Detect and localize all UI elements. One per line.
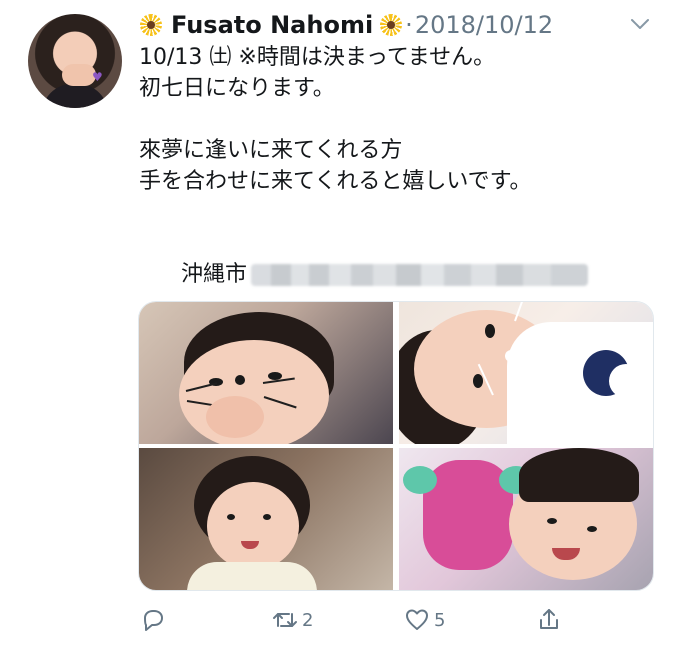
reply-icon: [144, 610, 163, 631]
eye-shape: [547, 518, 557, 524]
heart-icon: [406, 609, 428, 630]
heart-sticker-icon: ♥: [92, 70, 103, 84]
avatar[interactable]: ♥: [28, 14, 122, 108]
eye-shape: [227, 514, 235, 520]
tweet-actions: 2 5: [139, 604, 579, 636]
hair-shape: [519, 448, 639, 502]
tweet-line: 手を合わせに来てくれると嬉しいです。: [139, 169, 532, 194]
reply-button[interactable]: [139, 606, 183, 634]
sunflower-icon: [139, 13, 163, 37]
avatar-shirt: [42, 84, 108, 108]
nose-dot: [235, 375, 245, 385]
tweet-line: 10/13 ㈯ ※時間は決まってません。: [139, 45, 496, 70]
avatar-hand: [62, 64, 96, 86]
eye-shape: [263, 514, 271, 520]
author-name[interactable]: Fusato Nahomi: [171, 10, 373, 40]
child-photo-3[interactable]: [139, 448, 393, 590]
toy-ear-shape: [403, 466, 437, 494]
tweet-line: [139, 104, 654, 135]
separator-dot: ·: [405, 11, 413, 39]
moon-cutout-shape: [609, 364, 643, 398]
like-count: 5: [434, 609, 446, 631]
face-shape: [207, 482, 299, 570]
tweet-line: 初七日になります。: [139, 76, 335, 101]
tweet-line: [139, 197, 654, 228]
tweet-header: Fusato Nahomi · 2018/10/12: [139, 10, 553, 40]
city-label: 沖縄市: [180, 262, 247, 287]
like-button[interactable]: 5: [403, 606, 447, 634]
tweet-line: 來夢に逢いに来てくれる方: [139, 138, 403, 163]
share-button[interactable]: [535, 606, 579, 634]
tweet-text: 10/13 ㈯ ※時間は決まってません。 初七日になります。 來夢に逢いに来てく…: [139, 42, 654, 287]
share-icon: [540, 609, 558, 629]
eye-shape: [473, 374, 483, 388]
eye-shape: [587, 526, 597, 532]
photo-grid: [138, 301, 654, 591]
tweet-date[interactable]: 2018/10/12: [415, 10, 553, 40]
shirt-shape: [187, 562, 317, 590]
chevron-down-icon[interactable]: [628, 12, 652, 36]
retweet-button[interactable]: 2: [271, 606, 315, 634]
retweet-count: 2: [302, 609, 314, 631]
child-photo-1[interactable]: [139, 302, 393, 444]
address-line: 沖縄市: [139, 228, 654, 287]
hands-shape: [206, 396, 264, 438]
retweet-icon: [273, 613, 297, 627]
sunflower-icon: [379, 13, 403, 37]
child-photo-4[interactable]: [399, 448, 653, 590]
eye-shape: [485, 324, 495, 338]
child-photo-2[interactable]: [399, 302, 653, 444]
blurred-address: [250, 264, 588, 286]
